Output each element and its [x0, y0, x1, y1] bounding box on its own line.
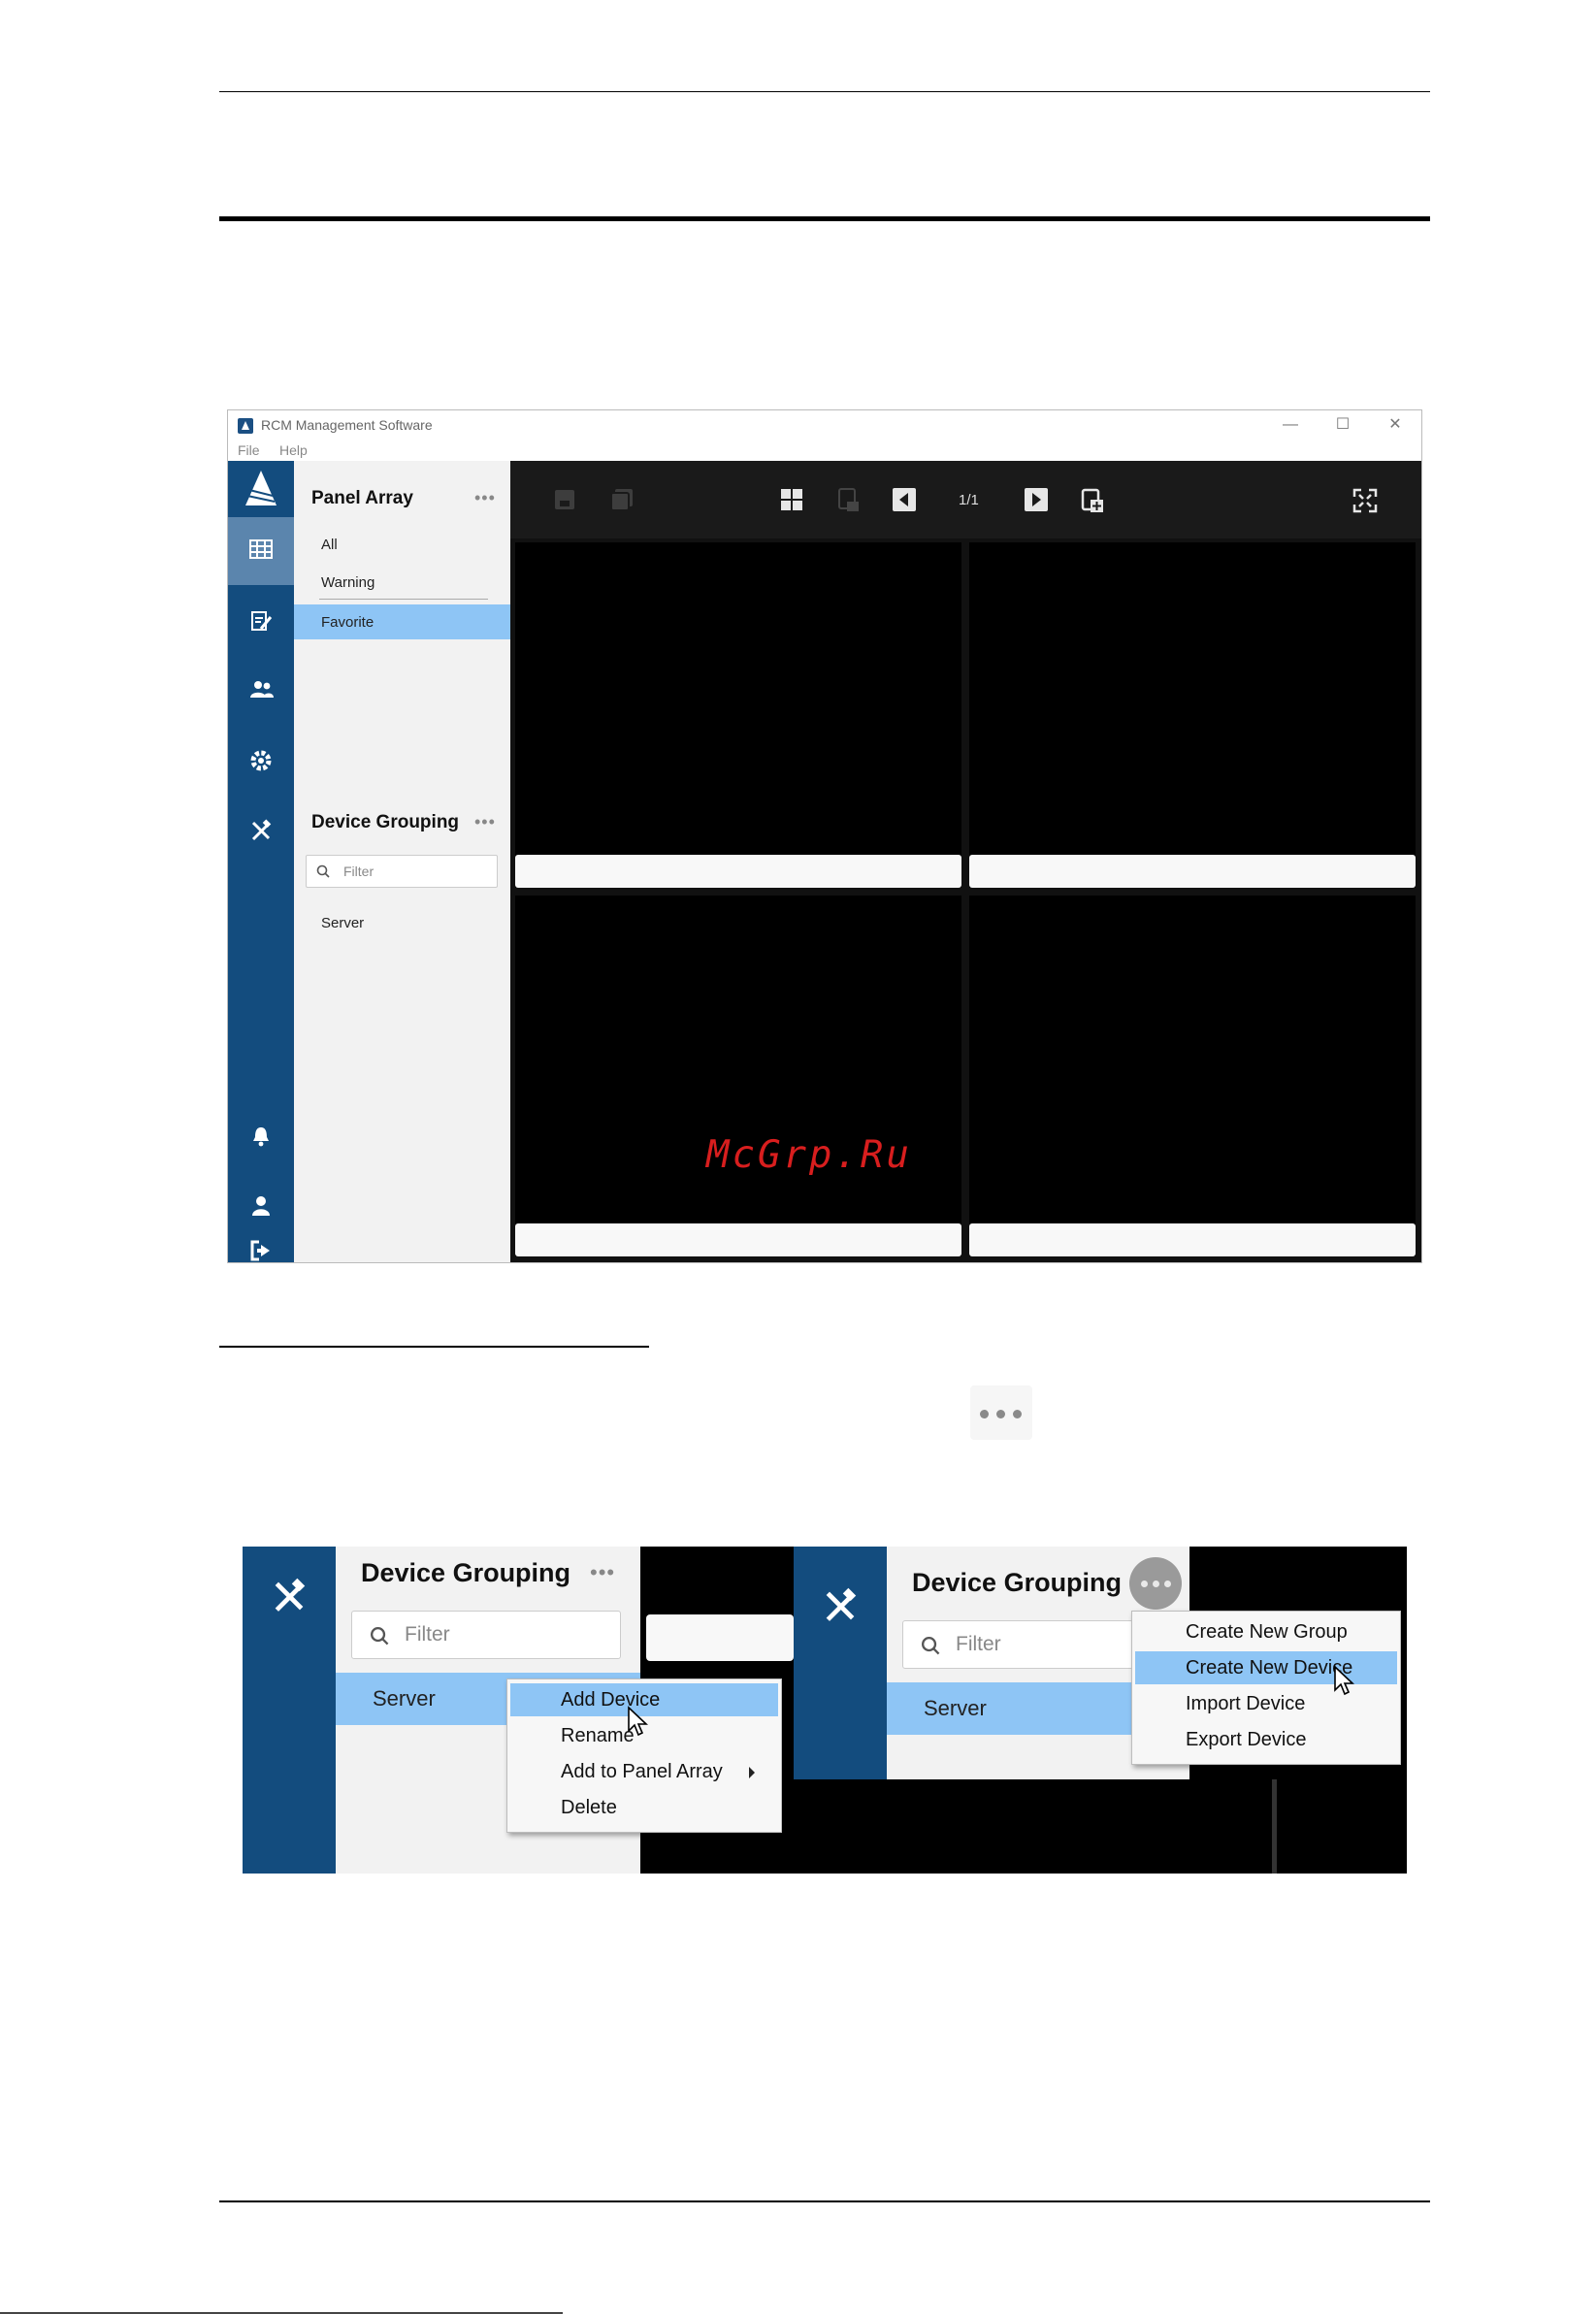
panel-cell-2[interactable]: [969, 542, 1416, 888]
rail-logout[interactable]: [228, 1240, 294, 1262]
menu-item-add-to-panel-array[interactable]: Add to Panel Array: [510, 1755, 778, 1788]
menu-item-create-new-group[interactable]: Create New Group: [1135, 1615, 1397, 1648]
device-grouping-title: Device Grouping: [311, 812, 460, 832]
menu-item-create-new-device[interactable]: Create New Device: [1135, 1651, 1397, 1684]
rail-settings[interactable]: [228, 727, 294, 795]
top-rule-thin: [219, 91, 1430, 92]
panel-cell-bar: [515, 855, 961, 888]
brand-logo-icon: [228, 461, 294, 517]
panel-array-item-warning[interactable]: Warning: [321, 574, 375, 591]
filter-placeholder: Filter: [956, 1633, 1001, 1655]
search-icon: [371, 1627, 389, 1646]
tools-icon: [251, 819, 272, 841]
bell-icon: [253, 1127, 269, 1147]
background-panel: [794, 1779, 1189, 1874]
device-filter-input[interactable]: Filter: [902, 1620, 1147, 1669]
device-filter-input[interactable]: Filter: [351, 1611, 621, 1659]
rail-logs[interactable]: [228, 587, 294, 655]
notes-icon: [251, 611, 273, 631]
device-grouping-more-button[interactable]: •••: [474, 812, 496, 832]
nav-rail: [243, 1547, 336, 1874]
rail-tools[interactable]: [228, 797, 294, 864]
menu-item-delete[interactable]: Delete: [510, 1791, 778, 1824]
cursor-icon: [1334, 1665, 1354, 1696]
panel-cell-1[interactable]: [515, 542, 961, 888]
panel-cell-bar: [515, 1223, 961, 1256]
rail-notifications[interactable]: [228, 1102, 294, 1170]
menu-item-import-device[interactable]: Import Device: [1135, 1687, 1397, 1720]
layout-remove-icon[interactable]: [836, 488, 860, 513]
top-rule-thick: [219, 216, 1430, 221]
filter-placeholder: Filter: [405, 1623, 450, 1646]
panel-cell-bar: [969, 1223, 1416, 1256]
submenu-arrow-icon: [749, 1767, 755, 1778]
gear-icon: [250, 750, 272, 771]
cursor-icon: [628, 1706, 648, 1737]
section-underline: [219, 1346, 649, 1348]
device-filter-input[interactable]: Filter: [306, 855, 498, 888]
add-page-icon[interactable]: [1081, 488, 1104, 513]
panel-view: 1/1: [510, 461, 1421, 1262]
device-grouping-more-button[interactable]: [1129, 1557, 1182, 1610]
maximize-button[interactable]: ☐: [1332, 414, 1353, 436]
rail-profile[interactable]: [228, 1172, 294, 1240]
filter-placeholder: Filter: [343, 864, 375, 879]
more-options-icon: [970, 1385, 1032, 1440]
users-icon: [250, 681, 274, 698]
menu-bar: File Help: [228, 440, 1421, 461]
nav-rail: [228, 461, 294, 1262]
server-label: Server: [924, 1696, 987, 1720]
footer-rule: [219, 2200, 1430, 2202]
save-all-icon[interactable]: [609, 488, 635, 511]
panel-array-item-favorite[interactable]: Favorite: [321, 614, 374, 631]
panel-cell-bar: [969, 855, 1416, 888]
menu-help[interactable]: Help: [279, 442, 308, 458]
tools-icon: [826, 1587, 857, 1621]
rail-users[interactable]: [228, 657, 294, 725]
view-toolbar: 1/1: [510, 461, 1421, 538]
watermark: McGrp.Ru: [706, 1133, 912, 1177]
device-grouping-title: Device Grouping: [361, 1558, 571, 1587]
minimize-button[interactable]: —: [1280, 414, 1301, 436]
grid-icon: [249, 539, 273, 559]
panel-array-item-all[interactable]: All: [321, 537, 338, 553]
side-panel: Panel Array ••• All Warning Favorite Dev…: [294, 461, 510, 1262]
panel-array-title: Panel Array: [311, 488, 413, 508]
window-title: RCM Management Software: [261, 417, 433, 433]
device-grouping-title: Device Grouping: [912, 1568, 1123, 1597]
panel-cell-3[interactable]: [515, 896, 961, 1256]
search-icon: [922, 1637, 940, 1655]
device-grouping-more-button[interactable]: •••: [590, 1560, 615, 1585]
server-label: Server: [373, 1686, 436, 1711]
next-page-icon[interactable]: [1025, 488, 1048, 511]
menu-file[interactable]: File: [238, 442, 260, 458]
tools-icon: [275, 1578, 306, 1612]
device-group-item-server[interactable]: Server: [321, 915, 364, 931]
rail-panel-array[interactable]: [228, 517, 294, 585]
app-logo-icon: [238, 418, 253, 434]
grouping-context-menu: Create New Group Create New Device Impor…: [1131, 1611, 1401, 1765]
panel-cell-4[interactable]: [969, 896, 1416, 1256]
divider: [1272, 1779, 1277, 1874]
panel-cell-bar: [646, 1614, 794, 1661]
prev-page-icon[interactable]: [893, 488, 916, 511]
logout-icon: [250, 1240, 270, 1261]
title-bar: RCM Management Software — ☐ ✕: [228, 410, 1421, 440]
close-button[interactable]: ✕: [1384, 414, 1406, 436]
device-context-menu: Add Device Rename Add to Panel Array Del…: [506, 1678, 782, 1833]
save-icon[interactable]: [553, 488, 576, 511]
page-indicator: 1/1: [959, 492, 979, 508]
search-icon: [316, 864, 330, 878]
divider: [319, 599, 488, 600]
panel-array-more-button[interactable]: •••: [474, 488, 496, 508]
menu-item-export-device[interactable]: Export Device: [1135, 1723, 1397, 1756]
fullscreen-icon[interactable]: [1352, 488, 1378, 513]
user-icon: [252, 1196, 270, 1216]
layout-grid-icon[interactable]: [780, 488, 803, 511]
nav-rail: [794, 1547, 887, 1779]
